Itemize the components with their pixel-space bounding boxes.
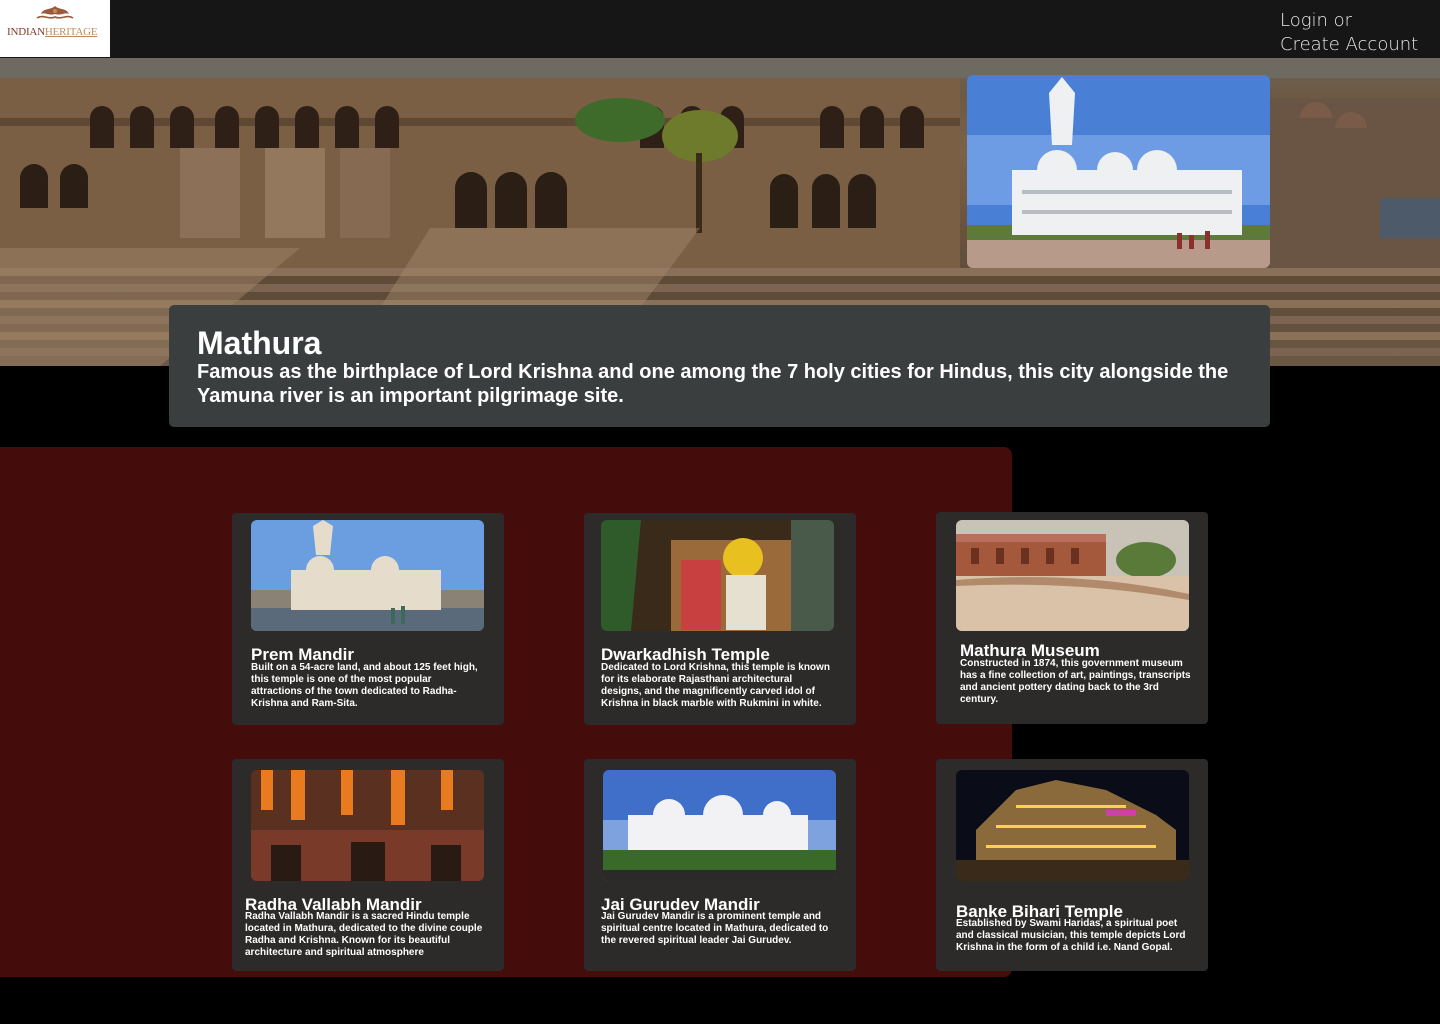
banke-bihari-image <box>956 770 1189 881</box>
dwarkadhish-image <box>601 520 834 631</box>
hero-prem-mandir-photo <box>967 75 1270 268</box>
place-description: Constructed in 1874, this government mus… <box>960 658 1191 705</box>
place-description: Dedicated to Lord Krishna, this temple i… <box>601 662 830 709</box>
place-card-prem-mandir[interactable]: Prem Mandir Built on a 54-acre land, and… <box>232 513 504 725</box>
banke-bihari-thumbnail <box>956 770 1189 881</box>
jai-gurudev-image <box>603 770 836 881</box>
place-card-radha-vallabh-mandir[interactable]: Radha Vallabh Mandir Radha Vallabh Mandi… <box>232 759 504 971</box>
place-card-dwarkadhish-temple[interactable]: Dwarkadhish Temple Dedicated to Lord Kri… <box>584 513 856 725</box>
place-description: Built on a 54-acre land, and about 125 f… <box>251 662 478 709</box>
place-description: Radha Vallabh Mandir is a sacred Hindu t… <box>245 911 483 958</box>
attractions-panel <box>0 447 1012 977</box>
city-intro-card: Mathura Famous as the birthplace of Lord… <box>169 305 1270 427</box>
place-description: Jai Gurudev Mandir is a prominent temple… <box>601 911 829 946</box>
place-card-banke-bihari-temple[interactable]: Banke Bihari Temple Established by Swami… <box>936 759 1208 971</box>
logo-word-heritage: HERITAGE <box>44 26 98 38</box>
place-card-jai-gurudev-mandir[interactable]: Jai Gurudev Mandir Jai Gurudev Mandir is… <box>584 759 856 971</box>
logo-text: INDIANHERITAGE <box>7 26 103 38</box>
radha-vallabh-image <box>251 770 484 881</box>
place-card-mathura-museum[interactable]: Mathura Museum Constructed in 1874, this… <box>936 512 1208 724</box>
museum-thumbnail <box>956 520 1189 631</box>
logo-word-indian: INDIAN <box>7 26 45 38</box>
city-title: Mathura <box>197 325 322 361</box>
logo-ornament-icon <box>36 6 74 19</box>
create-account-link[interactable]: Create Account <box>1280 33 1440 57</box>
dwarkadhish-thumbnail <box>601 520 834 631</box>
jai-gurudev-thumbnail <box>603 770 836 881</box>
prem-mandir-image <box>251 520 484 631</box>
auth-links: Login or Create Account <box>1280 9 1440 57</box>
city-description: Famous as the birthplace of Lord Krishna… <box>197 361 1229 407</box>
prem-mandir-thumbnail <box>251 520 484 631</box>
place-description: Established by Swami Haridas, a spiritua… <box>956 918 1186 953</box>
radha-vallabh-thumbnail <box>251 770 484 881</box>
museum-image <box>956 520 1189 631</box>
login-link[interactable]: Login or <box>1280 9 1440 33</box>
prem-mandir-illustration <box>967 75 1270 268</box>
site-logo[interactable]: INDIANHERITAGE <box>0 0 110 57</box>
top-navbar: INDIANHERITAGE Login or Create Account <box>0 0 1440 58</box>
